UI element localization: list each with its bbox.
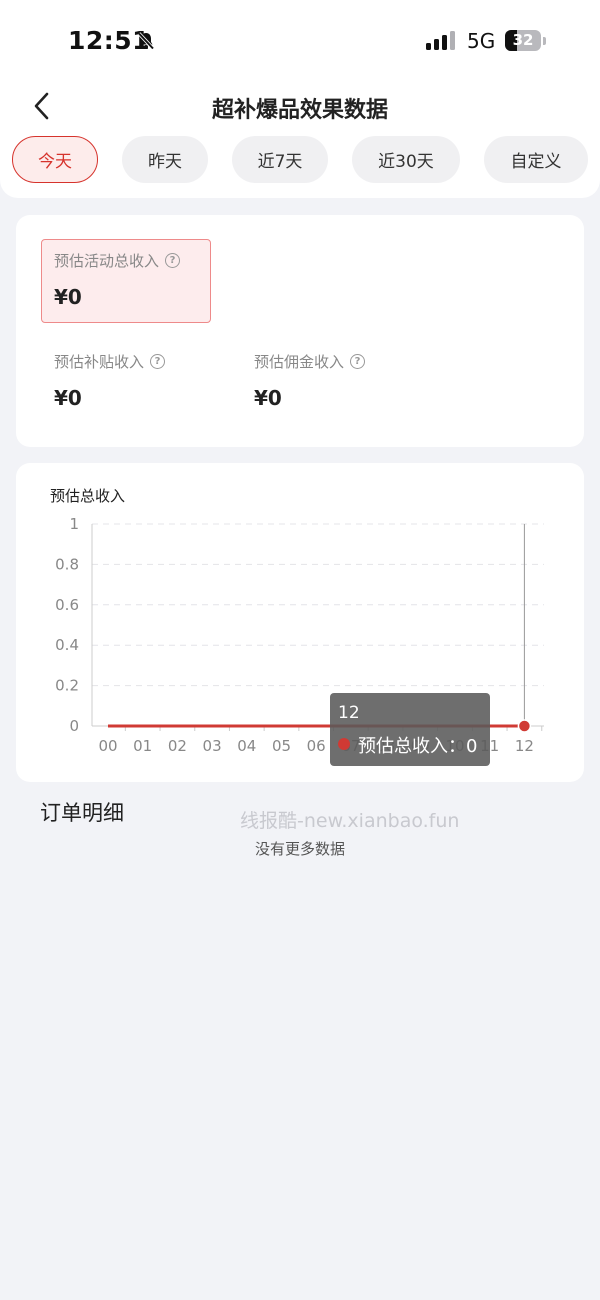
data-point (517, 719, 532, 733)
empty-list-text: 没有更多数据 (254, 840, 345, 858)
battery-level: 32 (512, 31, 534, 49)
tooltip-series-dot (338, 738, 350, 750)
metric-value: ¥0 (254, 386, 282, 410)
tab-custom[interactable]: 自定义 (484, 136, 588, 183)
tooltip-value: 0 (466, 736, 478, 757)
top-panel: 12:51 5G 32 超补爆品效果数据 今天 昨天 近7天 近30天 自定义 (0, 0, 600, 198)
tooltip-series-row: 预估总收入：0 (358, 732, 477, 758)
income-chart-card: 预估总收入 10.80.60.40.2000010203040506070809… (16, 463, 584, 782)
metric-label: 预估活动总收入 (54, 252, 160, 270)
y-tick-label: 0.6 (55, 596, 79, 614)
chart-tooltip: 12 预估总收入：0 (330, 693, 490, 766)
x-tick-label: 00 (98, 737, 117, 755)
y-tick-label: 0.2 (55, 677, 79, 695)
bell-muted-icon (137, 32, 155, 50)
metric-label: 预估补贴收入 (54, 353, 145, 371)
date-range-tabs: 今天 昨天 近7天 近30天 自定义 (0, 136, 600, 184)
tab-yesterday[interactable]: 昨天 (122, 136, 208, 183)
tab-today[interactable]: 今天 (12, 136, 98, 183)
y-tick-label: 1 (69, 515, 79, 533)
page-title: 超补爆品效果数据 (211, 98, 388, 123)
subsidy-income: 预估补贴收入 ? ¥0 (54, 351, 166, 410)
x-tick-label: 03 (203, 737, 222, 755)
status-bar: 12:51 5G 32 (0, 0, 600, 80)
navigation-bar: 超补爆品效果数据 (0, 80, 600, 132)
x-tick-label: 04 (237, 737, 256, 755)
help-icon[interactable]: ? (350, 354, 366, 369)
network-type: 5G (467, 29, 496, 53)
help-icon[interactable]: ? (150, 354, 166, 369)
order-details-title: 订单明细 (40, 801, 124, 825)
y-tick-label: 0 (69, 717, 79, 735)
x-tick-label: 12 (515, 737, 534, 755)
metric-value: ¥0 (54, 386, 82, 410)
commission-income: 预估佣金收入 ? ¥0 (254, 351, 366, 410)
tab-last-30-days[interactable]: 近30天 (352, 136, 460, 183)
x-tick-label: 06 (307, 737, 326, 755)
tab-last-7-days[interactable]: 近7天 (232, 136, 328, 183)
metric-label: 预估佣金收入 (254, 353, 345, 371)
x-tick-label: 02 (168, 737, 187, 755)
tooltip-separator: ： (448, 736, 466, 757)
help-icon[interactable]: ? (165, 253, 181, 268)
income-line-chart[interactable]: 10.80.60.40.2000010203040506070809101112 (16, 463, 584, 782)
battery-icon: 32 (505, 30, 541, 51)
total-activity-income: 预估活动总收入 ? ¥0 (54, 250, 181, 309)
tooltip-title: 12 (338, 703, 360, 723)
y-tick-label: 0.4 (55, 636, 79, 654)
watermark: 线报酷-new.xianbao.fun (240, 810, 460, 832)
metric-value: ¥0 (54, 285, 82, 309)
x-tick-label: 01 (133, 737, 152, 755)
tooltip-series-name: 预估总收入 (358, 736, 448, 757)
cellular-signal-icon (426, 30, 458, 50)
y-tick-label: 0.8 (55, 555, 79, 573)
x-tick-label: 05 (272, 737, 291, 755)
income-summary-card: 预估活动总收入 ? ¥0 预估补贴收入 ? ¥0 预估佣金收入 ? ¥0 (16, 215, 584, 447)
